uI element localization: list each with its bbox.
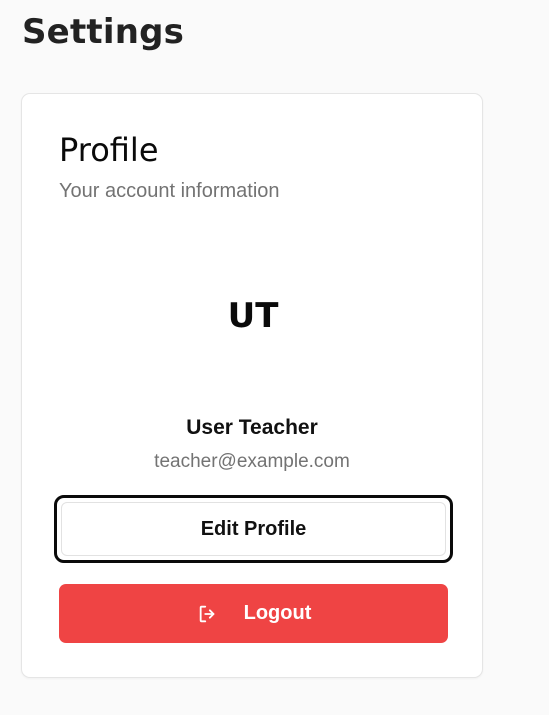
avatar-initials: UT: [227, 296, 279, 336]
user-email: teacher@example.com: [154, 451, 350, 472]
logout-button[interactable]: Logout: [59, 584, 448, 643]
edit-profile-button-label: Edit Profile: [200, 517, 307, 540]
profile-card-subtitle: Your account information: [59, 180, 280, 202]
profile-card: Profile Your account information UT User…: [21, 93, 483, 678]
page-title: Settings: [22, 12, 185, 52]
edit-profile-button[interactable]: Edit Profile: [54, 495, 453, 563]
profile-card-title: Profile: [59, 131, 159, 169]
logout-button-label: Logout: [243, 602, 312, 624]
log-out-icon: [196, 602, 220, 626]
user-name: User Teacher: [186, 416, 318, 439]
avatar: UT: [178, 266, 328, 366]
